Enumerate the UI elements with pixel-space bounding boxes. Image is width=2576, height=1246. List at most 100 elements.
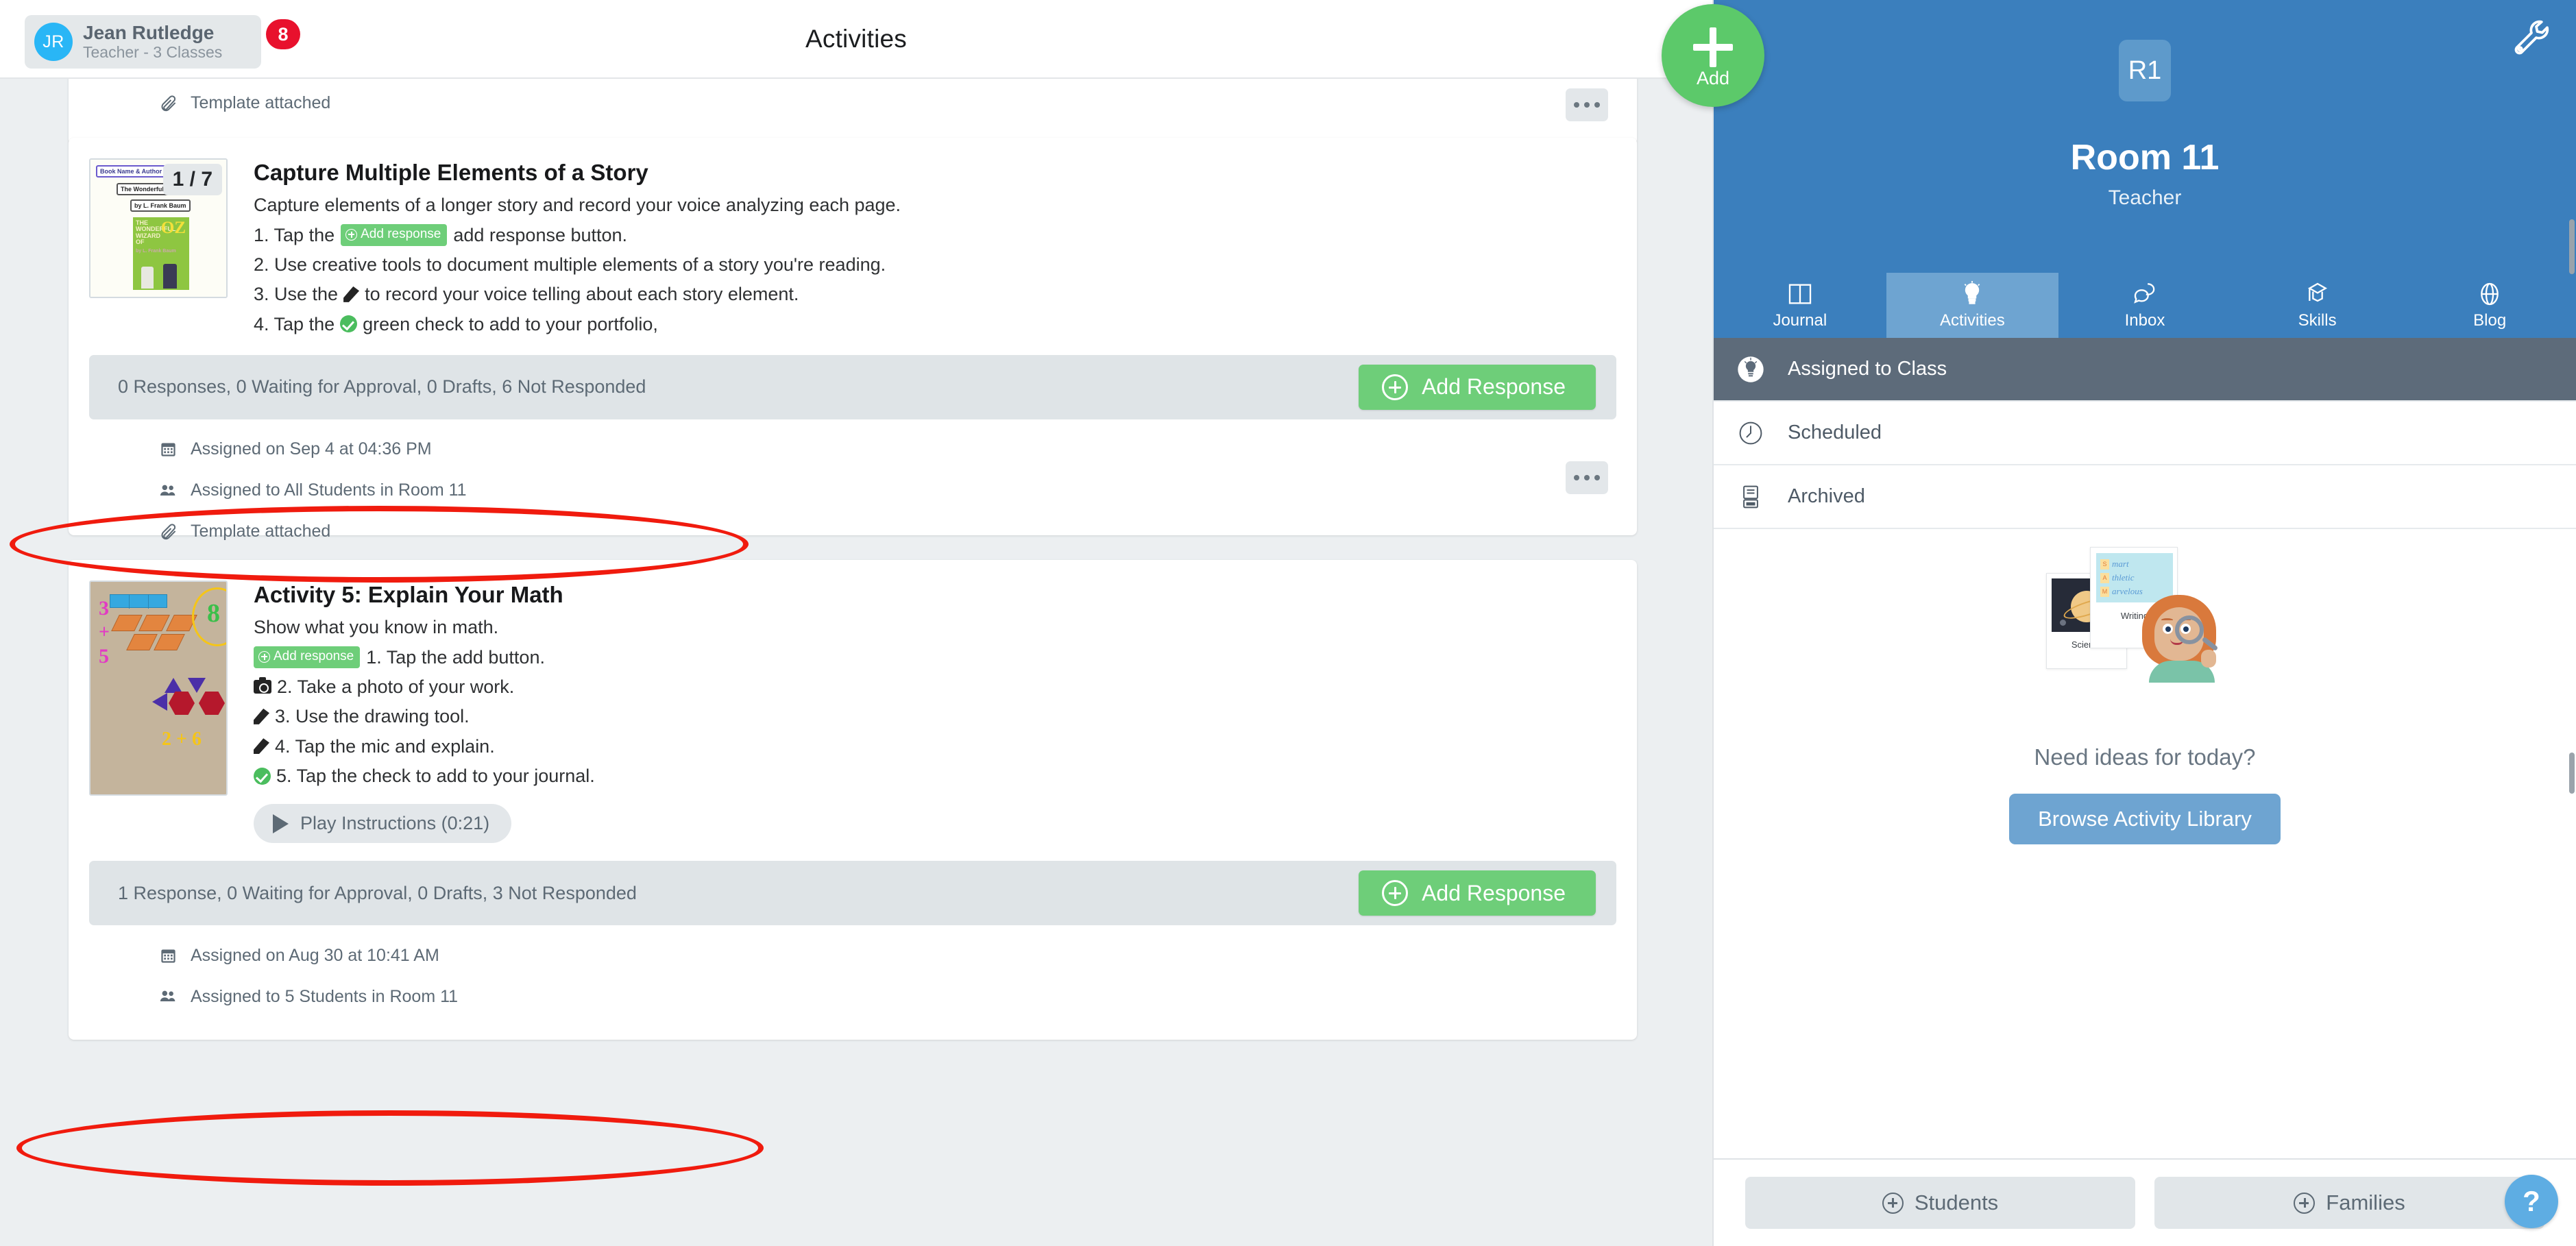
moon-icon	[2060, 620, 2066, 626]
clock-icon	[1733, 415, 1769, 451]
activities-list[interactable]: Template attached Book Name & Author The…	[0, 79, 1712, 1246]
step-text-post: to record your voice telling about each …	[365, 284, 799, 305]
book-cover: THE WONDERFUL WIZARD OF OZ by L. Frank B…	[133, 217, 189, 290]
tab-skills[interactable]: Skills	[2231, 273, 2404, 338]
tab-journal[interactable]: Journal	[1714, 273, 1886, 338]
rhombus	[111, 615, 143, 631]
step-text-post: add response button.	[453, 224, 628, 245]
activity-step: 5. Tap the check to add to your journal.	[254, 763, 1609, 789]
tab-inbox[interactable]: Inbox	[2058, 273, 2231, 338]
hand-mark: +	[99, 622, 110, 643]
add-families-label: Families	[2326, 1190, 2405, 1214]
green-check-icon	[340, 315, 358, 333]
activity-details: Activity 5: Explain Your Math Show what …	[228, 581, 1637, 844]
dot	[1594, 475, 1600, 480]
add-response-button[interactable]: Add Response	[1359, 364, 1596, 410]
dot	[1574, 102, 1579, 108]
activity-thumbnail[interactable]: Book Name & Author The Wonderful Wizard …	[89, 158, 228, 298]
add-button-label: Add	[1696, 68, 1730, 88]
sidebar-footer: Students Families	[1714, 1158, 2576, 1246]
girl-illustration	[2138, 595, 2220, 683]
app-root: Activities JR Jean Rutledge Teacher - 3 …	[0, 0, 2576, 1246]
activity-card[interactable]: Template attached	[69, 79, 1637, 145]
meta-text: Assigned on Aug 30 at 10:41 AM	[191, 945, 439, 965]
browse-activity-library-button[interactable]: Browse Activity Library	[2009, 794, 2281, 844]
mic-icon	[254, 738, 269, 755]
card-menu-button[interactable]	[1566, 461, 1608, 494]
rhombus	[138, 615, 170, 631]
activity-details: Capture Multiple Elements of a Story Cap…	[228, 158, 1637, 337]
tab-blog[interactable]: Blog	[2403, 273, 2576, 338]
play-instructions-button[interactable]: Play Instructions (0:21)	[254, 804, 512, 844]
meta-row: Assigned to 5 Students in Room 11	[69, 976, 1637, 1017]
card-body: 3 + 5 8 2 + 6 Activity 5: Explain Your M…	[69, 560, 1637, 844]
card-body: Book Name & Author The Wonderful Wizard …	[69, 138, 1637, 337]
hand-mark: 2 + 6	[162, 729, 202, 750]
hand	[2201, 650, 2216, 668]
page-count-chip: 1 / 7	[162, 164, 222, 195]
plus-circle-icon	[2294, 1192, 2316, 1214]
scrollbar-thumb[interactable]	[2569, 219, 2575, 274]
response-summary-text: 1 Response, 0 Waiting for Approval, 0 Dr…	[118, 882, 637, 903]
camera-icon	[254, 677, 271, 694]
acrostic-word: thletic	[2112, 572, 2135, 583]
meta-text: Template attached	[191, 522, 331, 541]
activity-step: 4. Tap the mic and explain.	[254, 733, 1609, 759]
scrollbar-thumb[interactable]	[2569, 753, 2575, 794]
activity-step: 3. Use the to record your voice telling …	[254, 281, 1609, 307]
math-photo-image: 3 + 5 8 2 + 6	[90, 582, 226, 794]
user-name: Jean Rutledge	[83, 21, 215, 43]
step-text: 3. Use the	[254, 284, 339, 305]
sidebar-item-assigned-to-class[interactable]: Assigned to Class	[1714, 338, 2576, 402]
acrostic-letter: M	[2100, 586, 2109, 597]
activity-description: Show what you know in math.	[254, 617, 499, 638]
sidebar-filter-list: Assigned to Class Scheduled Archived	[1714, 338, 2576, 529]
sidebar-item-scheduled[interactable]: Scheduled	[1714, 402, 2576, 465]
dot	[1574, 475, 1579, 480]
response-summary-bar[interactable]: 0 Responses, 0 Waiting for Approval, 0 D…	[89, 354, 1616, 419]
activity-card[interactable]: Book Name & Author The Wonderful Wizard …	[69, 138, 1637, 541]
thumb-line2: by L. Frank Baum	[130, 199, 191, 212]
cover-subtitle: by L. Frank Baum	[136, 249, 176, 254]
rhombus	[126, 634, 158, 650]
tab-label: Skills	[2298, 311, 2337, 330]
tab-activities[interactable]: Activities	[1886, 273, 2059, 338]
step-text: 4. Tap the	[254, 313, 335, 334]
activity-thumbnail-wrap[interactable]: Book Name & Author The Wonderful Wizard …	[89, 158, 228, 337]
notification-badge[interactable]: 8	[266, 19, 300, 49]
sidebar-item-archived[interactable]: Archived	[1714, 465, 2576, 529]
hexagon	[199, 692, 225, 715]
activity-card[interactable]: 3 + 5 8 2 + 6 Activity 5: Explain Your M…	[69, 560, 1637, 1040]
tab-label: Activities	[1940, 311, 2005, 330]
acrostic-row: M arvelous	[2100, 586, 2143, 597]
hexagon	[169, 692, 195, 715]
response-summary-bar[interactable]: 1 Response, 0 Waiting for Approval, 0 Dr…	[89, 861, 1616, 926]
activity-thumbnail-wrap[interactable]: 3 + 5 8 2 + 6	[89, 581, 228, 843]
empty-state-illustration: Science S mart A thletic M arvelous Writ…	[2035, 541, 2255, 726]
user-meta: Jean Rutledge Teacher - 3 Classes	[83, 21, 222, 62]
eyebrow	[2161, 618, 2173, 622]
meta-text: Assigned on Sep 4 at 04:36 PM	[191, 439, 432, 459]
green-check-icon	[254, 767, 271, 785]
acrostic-row: S mart	[2100, 559, 2129, 570]
help-button[interactable]: ?	[2505, 1175, 2558, 1228]
sidebar-item-label: Archived	[1788, 485, 1865, 507]
people-icon	[158, 481, 178, 500]
plus-icon	[1693, 27, 1733, 67]
wrench-icon[interactable]	[2512, 16, 2553, 58]
tab-label: Blog	[2473, 311, 2507, 330]
dot	[1584, 102, 1590, 108]
triangle	[188, 678, 206, 693]
play-instructions-label: Play Instructions (0:21)	[300, 813, 490, 834]
archive-icon	[1733, 479, 1769, 515]
user-chip[interactable]: JR Jean Rutledge Teacher - 3 Classes 8	[25, 15, 300, 69]
card-menu-button[interactable]	[1566, 88, 1608, 121]
step-text: 4. Tap the mic and explain.	[275, 735, 495, 757]
add-students-label: Students	[1914, 1190, 1999, 1214]
activity-thumbnail[interactable]: 3 + 5 8 2 + 6	[89, 581, 228, 796]
add-button[interactable]: Add	[1662, 4, 1764, 107]
add-families-button[interactable]: Families	[2154, 1177, 2544, 1229]
meta-row: Assigned on Aug 30 at 10:41 AM	[69, 935, 1637, 976]
add-response-button[interactable]: Add Response	[1359, 870, 1596, 916]
add-students-button[interactable]: Students	[1745, 1177, 2135, 1229]
